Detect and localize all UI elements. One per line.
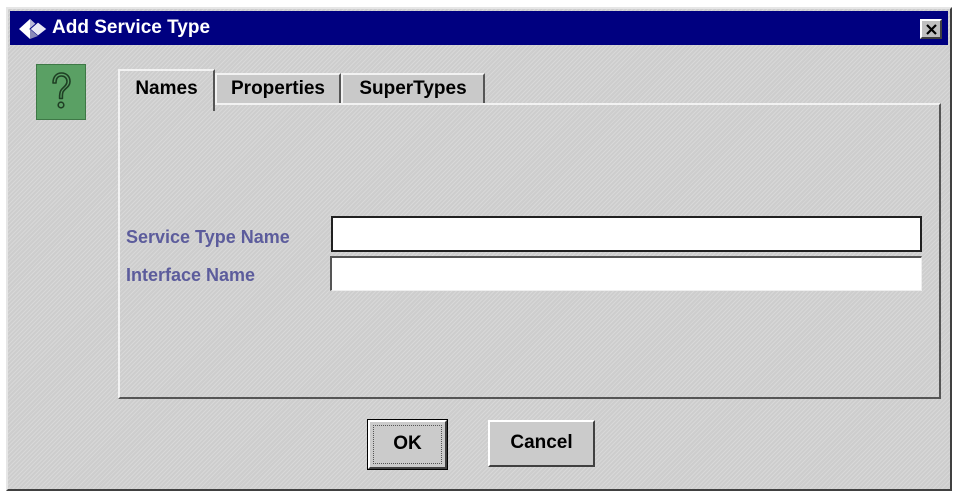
close-button[interactable]: [920, 19, 942, 39]
interface-name-field[interactable]: [330, 256, 922, 291]
help-icon-box: [36, 64, 86, 120]
close-icon: [926, 24, 937, 35]
title-bar[interactable]: Add Service Type: [10, 11, 948, 45]
tab-names[interactable]: Names: [118, 69, 215, 111]
tab-supertypes[interactable]: SuperTypes: [341, 73, 485, 105]
service-type-name-label: Service Type Name: [126, 227, 290, 247]
focus-ring: [373, 425, 442, 464]
ok-button[interactable]: OK: [367, 419, 448, 470]
question-mark-icon: [52, 72, 71, 109]
interface-name-label: Interface Name: [126, 265, 256, 285]
names-tab-panel: Service Type Name Interface Name: [118, 103, 941, 399]
diamond-app-icon: [18, 18, 48, 40]
add-service-type-dialog: Add Service Type Names Properties SuperT…: [6, 7, 952, 491]
cancel-button-label: Cancel: [510, 432, 573, 453]
tab-properties[interactable]: Properties: [215, 73, 341, 105]
service-type-name-field[interactable]: [331, 216, 922, 252]
window-title: Add Service Type: [52, 17, 211, 38]
cancel-button[interactable]: Cancel: [488, 420, 595, 467]
